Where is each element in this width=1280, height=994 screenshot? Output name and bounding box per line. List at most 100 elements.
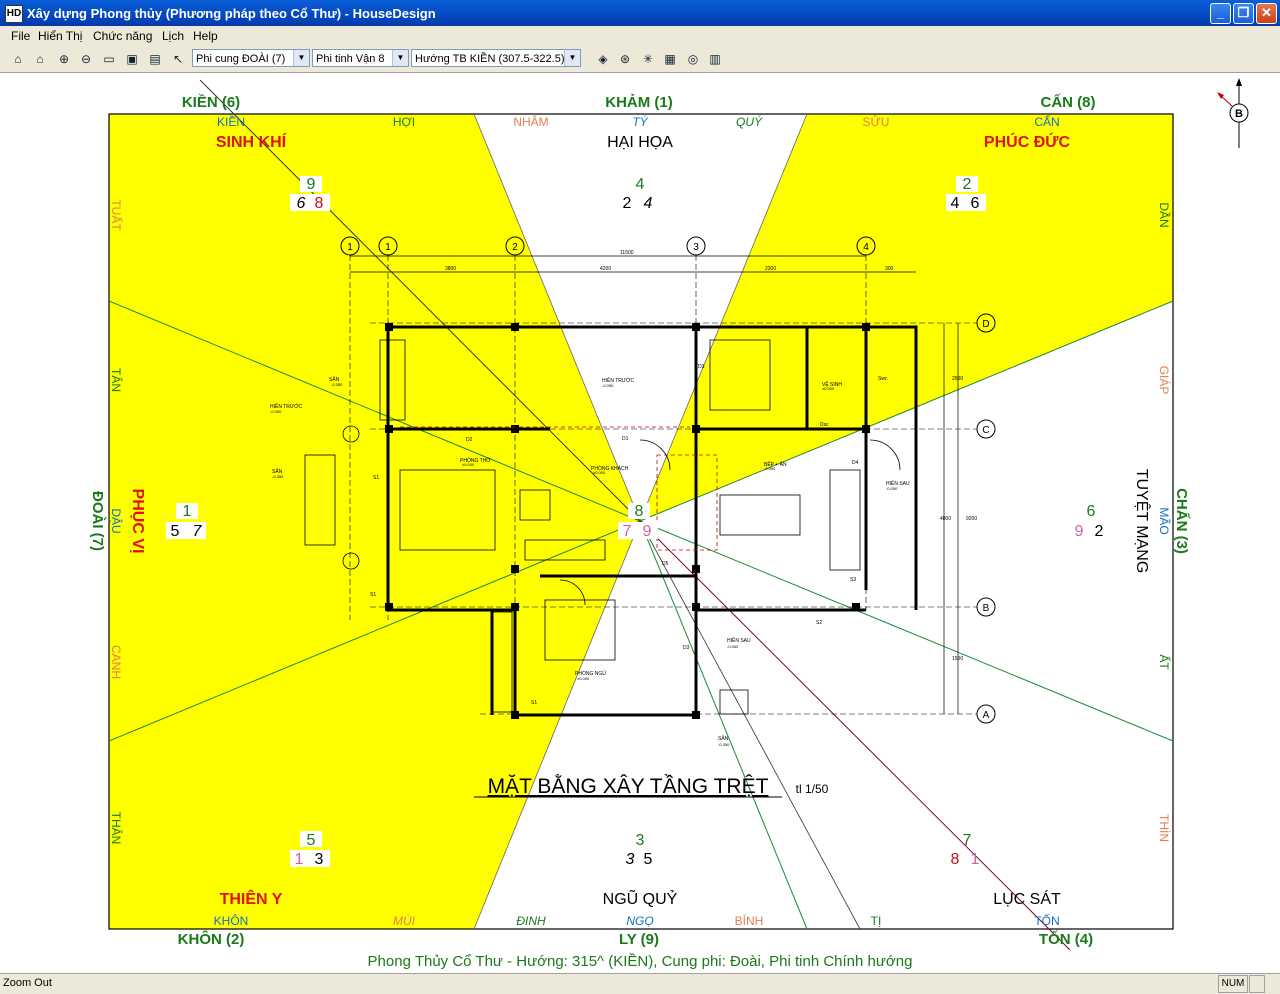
svg-text:6: 6: [971, 195, 980, 212]
zoom-extents-icon[interactable]: ▤: [146, 50, 164, 68]
grid-star-icon[interactable]: ✳: [639, 50, 657, 68]
svg-text:D5: D5: [662, 561, 669, 567]
svg-text:4: 4: [644, 195, 653, 212]
svg-text:1: 1: [295, 851, 304, 868]
svg-text:ĐINH: ĐINH: [516, 914, 546, 928]
zoom-out-icon[interactable]: ⊖: [77, 50, 95, 68]
edit-house-icon[interactable]: ⌂: [31, 50, 49, 68]
phi-tinh-value: Phi tinh Vận 8: [316, 53, 385, 65]
svg-text:TỐN: TỐN: [1034, 913, 1059, 928]
compass-icon[interactable]: ◈: [594, 50, 612, 68]
svg-text:-0.050: -0.050: [602, 383, 614, 388]
svg-text:4200: 4200: [600, 266, 611, 272]
sitting-line: [639, 520, 1071, 951]
title-bar: HD Xây dựng Phong thủy (Phương pháp theo…: [0, 0, 1280, 26]
menu-hien-thi[interactable]: Hiển Thị: [38, 29, 82, 43]
phi-cung-select[interactable]: Phi cung ĐOÀI (7) ▼: [192, 49, 310, 67]
grid-icon[interactable]: ▦: [661, 50, 679, 68]
svg-text:-0.350: -0.350: [272, 474, 284, 479]
target-icon[interactable]: ⊛: [616, 50, 634, 68]
svg-text:ẤT: ẤT: [1157, 654, 1172, 670]
svg-text:S3: S3: [850, 577, 856, 583]
svg-text:MÙI: MÙI: [393, 913, 416, 928]
svg-text:D2: D2: [466, 437, 473, 443]
svg-text:DẬU: DẬU: [109, 508, 124, 533]
trigram-kham: KHẢM (1): [605, 94, 673, 111]
svg-text:4800: 4800: [940, 516, 951, 522]
new-house-icon[interactable]: ⌂: [9, 50, 27, 68]
svg-text:-0.050: -0.050: [886, 486, 898, 491]
svg-text:THÌN: THÌN: [1157, 814, 1172, 842]
svg-text:D1: D1: [622, 436, 629, 442]
grid-col-label: 2: [512, 242, 518, 253]
layout-icon[interactable]: ▥: [706, 50, 724, 68]
svg-text:TÂN: TÂN: [109, 368, 124, 392]
svg-text:5: 5: [171, 523, 180, 540]
zoom-in-icon[interactable]: ⊕: [55, 50, 73, 68]
svg-text:5: 5: [307, 832, 316, 849]
trigram-kien: KIỀN (6): [182, 94, 240, 111]
grid-col-label: 1: [347, 242, 353, 253]
svg-text:-0.050: -0.050: [270, 409, 282, 414]
select-icon[interactable]: ↖: [169, 50, 187, 68]
svg-text:2300: 2300: [765, 266, 776, 272]
svg-text:Dsc: Dsc: [820, 422, 829, 428]
svg-text:9: 9: [307, 176, 316, 193]
grid-col-label: 3: [693, 242, 699, 253]
svg-text:TỊ: TỊ: [871, 914, 882, 928]
grid-row-label: B: [983, 603, 990, 614]
svg-text:S1: S1: [373, 475, 379, 481]
svg-text:-0.350: -0.350: [331, 382, 343, 387]
footer-summary: Phong Thủy Cổ Thư - Hướng: 315^ (KIỀN), …: [368, 953, 913, 970]
svg-text:4: 4: [951, 195, 960, 212]
svg-text:5: 5: [644, 851, 653, 868]
svg-text:CẤN: CẤN: [1034, 114, 1059, 129]
svg-text:8: 8: [635, 503, 644, 520]
trigram-khon: KHÔN (2): [178, 930, 245, 948]
svg-text:300: 300: [885, 266, 894, 272]
menu-chuc-nang[interactable]: Chức năng: [93, 29, 152, 43]
svg-text:S2: S2: [816, 620, 822, 626]
svg-text:B: B: [1235, 108, 1243, 120]
svg-text:SỬU: SỬU: [863, 114, 890, 129]
svg-text:HIÊN SAU: HIÊN SAU: [727, 636, 751, 644]
minimize-button[interactable]: _: [1210, 3, 1231, 24]
svg-text:6: 6: [297, 195, 306, 212]
svg-text:2: 2: [1095, 523, 1104, 540]
north-arrow-icon: B: [1217, 78, 1249, 148]
svg-text:-0.050: -0.050: [727, 644, 739, 649]
svg-text:2500: 2500: [952, 376, 963, 382]
sector-ne-phuc-duc: [640, 114, 1173, 521]
star-luc-sat: LỤC SÁT: [993, 889, 1061, 908]
svg-text:±0.000: ±0.000: [593, 470, 606, 475]
menu-help[interactable]: Help: [193, 29, 218, 43]
svg-text:3: 3: [315, 851, 324, 868]
svg-text:3: 3: [626, 851, 635, 868]
num-lock-indicator: NUM: [1218, 975, 1248, 993]
svg-text:7: 7: [623, 523, 632, 540]
svg-text:SÂN: SÂN: [718, 735, 729, 742]
svg-text:1: 1: [183, 503, 192, 520]
svg-text:THÂN: THÂN: [109, 812, 124, 845]
svg-text:9: 9: [1075, 523, 1084, 540]
svg-text:NGỌ: NGỌ: [626, 914, 653, 928]
luopan-icon[interactable]: ◎: [684, 50, 702, 68]
menu-bar: File Hiển Thị Chức năng Lịch Help: [0, 26, 1280, 46]
svg-text:8: 8: [315, 195, 324, 212]
plan-title: MẶT BẰNG XÂY TẦNG TRỆT: [488, 774, 769, 798]
svg-text:±0.000: ±0.000: [822, 386, 835, 391]
phi-tinh-select[interactable]: Phi tinh Vận 8 ▼: [312, 49, 409, 67]
close-button[interactable]: ✕: [1256, 3, 1277, 24]
svg-text:GIÁP: GIÁP: [1157, 366, 1172, 395]
huong-select[interactable]: Hướng TB KIỀN (307.5-322.5) ▼: [411, 49, 581, 67]
zoom-all-icon[interactable]: ▣: [123, 50, 141, 68]
restore-button[interactable]: ❐: [1233, 3, 1254, 24]
zoom-window-icon[interactable]: ▭: [100, 50, 118, 68]
svg-text:CANH: CANH: [109, 645, 123, 679]
drawing-canvas[interactable]: 1 1 2 3 4 D C B A 11500 3800 4200 2300 3…: [0, 73, 1280, 973]
menu-file[interactable]: File: [11, 29, 30, 43]
menu-lich[interactable]: Lịch: [162, 29, 184, 43]
app-icon: HD: [5, 5, 23, 23]
star-sinh-khi: SINH KHÍ: [216, 132, 287, 151]
svg-text:1500: 1500: [952, 656, 963, 662]
